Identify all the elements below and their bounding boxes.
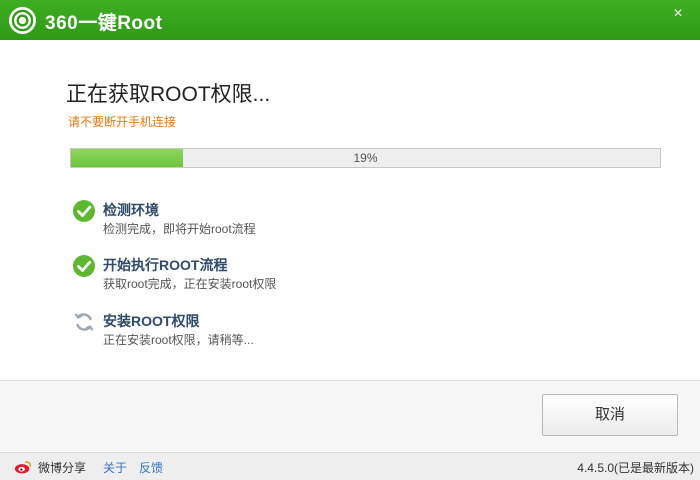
progress-bar: 19% bbox=[70, 148, 661, 168]
refresh-icon bbox=[74, 313, 94, 331]
step-description: 检测完成，即将开始root流程 bbox=[103, 222, 256, 236]
progress-label: 19% bbox=[353, 151, 378, 165]
step-description: 获取root完成，正在安装root权限 bbox=[103, 277, 277, 291]
step-start-root: 开始执行ROOT流程 获取root完成，正在安装root权限 bbox=[72, 254, 472, 294]
check-circle-icon bbox=[73, 200, 95, 222]
weibo-icon bbox=[14, 461, 31, 474]
title-bar: 360一键Root × bbox=[0, 0, 700, 40]
close-icon: × bbox=[673, 5, 683, 22]
app-logo-icon bbox=[9, 7, 36, 34]
check-circle-icon bbox=[73, 255, 95, 277]
warning-text: 请不要断开手机连接 bbox=[68, 115, 177, 129]
step-install-root: 安装ROOT权限 正在安装root权限，请稍等... bbox=[72, 310, 472, 350]
action-area: 取消 bbox=[0, 380, 700, 452]
version-label: 4.4.5.0(已是最新版本) bbox=[577, 461, 694, 475]
step-title: 安装ROOT权限 bbox=[103, 313, 200, 329]
step-title: 检测环境 bbox=[103, 202, 159, 218]
cancel-button[interactable]: 取消 bbox=[542, 394, 678, 436]
weibo-share-link[interactable]: 微博分享 bbox=[38, 459, 86, 476]
step-description: 正在安装root权限，请稍等... bbox=[103, 333, 254, 347]
step-title: 开始执行ROOT流程 bbox=[103, 257, 228, 273]
feedback-link[interactable]: 反馈 bbox=[139, 459, 163, 476]
page-title: 正在获取ROOT权限... bbox=[66, 83, 271, 106]
step-detect-environment: 检测环境 检测完成，即将开始root流程 bbox=[72, 199, 472, 239]
status-bar: 微博分享 关于 反馈 4.4.5.0(已是最新版本) bbox=[0, 452, 700, 480]
app-title: 360一键Root bbox=[45, 13, 163, 34]
close-button[interactable]: × bbox=[662, 4, 694, 24]
about-link[interactable]: 关于 bbox=[103, 459, 127, 476]
